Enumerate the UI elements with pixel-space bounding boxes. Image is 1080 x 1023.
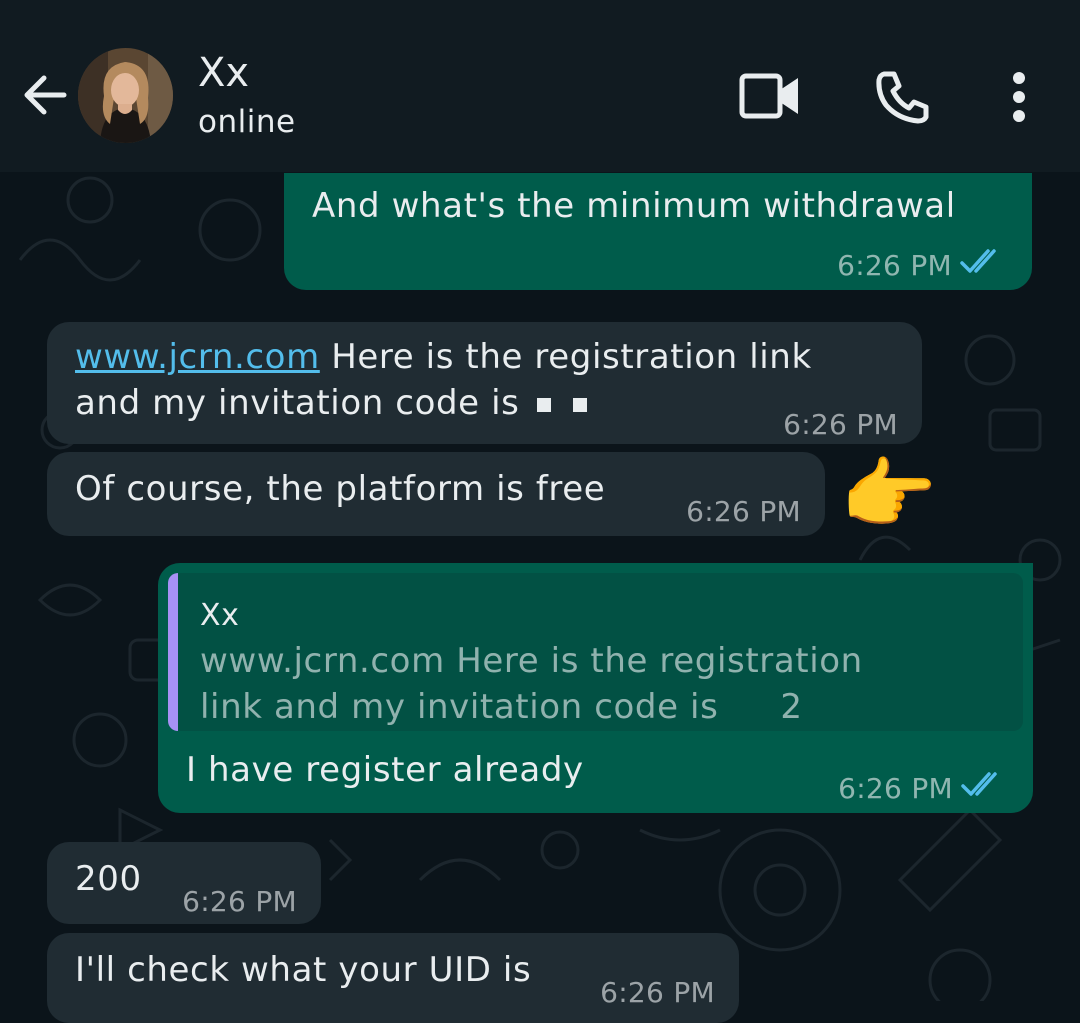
quote-line1: www.jcrn.com Here is the registration (200, 641, 863, 681)
message-time: 6:26 PM (686, 495, 801, 528)
quote-line2-tail: 2 (780, 687, 803, 727)
contact-name[interactable]: Xx (198, 50, 249, 96)
quote-line2-text: link and my invitation code is (200, 687, 719, 727)
message-bubble-outgoing[interactable]: Xx www.jcrn.com Here is the registration… (158, 563, 1033, 813)
back-arrow-icon[interactable] (18, 68, 72, 122)
redacted-code (537, 397, 552, 412)
quote-line2: link and my invitation code is 2 (200, 684, 803, 730)
message-text-line2: and my invitation code is (75, 380, 588, 426)
contact-status: online (198, 104, 296, 140)
quote-bar (168, 573, 178, 731)
avatar-image (78, 48, 173, 143)
message-time: 6:26 PM (182, 885, 297, 918)
message-bubble-incoming[interactable]: Of course, the platform is free 6:26 PM (47, 452, 825, 536)
redacted-code (573, 397, 588, 412)
quoted-message[interactable]: Xx www.jcrn.com Here is the registration… (168, 573, 1023, 731)
quote-author: Xx (200, 598, 240, 633)
phone-icon[interactable] (874, 68, 932, 126)
video-call-icon[interactable] (738, 70, 804, 122)
message-bubble-incoming[interactable]: www.jcrn.com Here is the registration li… (47, 322, 922, 444)
message-text-line2-text: and my invitation code is (75, 383, 520, 423)
message-bubble-incoming[interactable]: 200 6:26 PM (47, 842, 321, 924)
message-text-line1: Here is the registration link (319, 337, 812, 377)
message-bubble-outgoing[interactable]: And what's the minimum withdrawal 6:26 P… (284, 173, 1032, 290)
message-time: 6:26 PM (783, 408, 898, 441)
message-text: I'll check what your UID is (75, 950, 532, 990)
message-text: www.jcrn.com Here is the registration li… (75, 334, 812, 380)
message-bubble-incoming[interactable]: I'll check what your UID is 6:26 PM (47, 933, 739, 1023)
more-options-icon[interactable] (1008, 70, 1030, 124)
message-time: 6:26 PM (600, 976, 715, 1009)
registration-link[interactable]: www.jcrn.com (75, 337, 320, 377)
message-time: 6:26 PM (838, 772, 953, 805)
message-text: And what's the minimum withdrawal (312, 186, 956, 226)
pointing-right-emoji: 👉 (840, 450, 938, 540)
read-ticks-icon (961, 772, 997, 796)
message-text: 200 (75, 859, 142, 899)
contact-avatar[interactable] (78, 48, 173, 143)
message-text: Of course, the platform is free (75, 469, 606, 509)
chat-header: Xx online (0, 0, 1080, 172)
read-ticks-icon (960, 249, 996, 273)
message-time: 6:26 PM (837, 249, 952, 282)
message-text: I have register already (186, 750, 584, 790)
